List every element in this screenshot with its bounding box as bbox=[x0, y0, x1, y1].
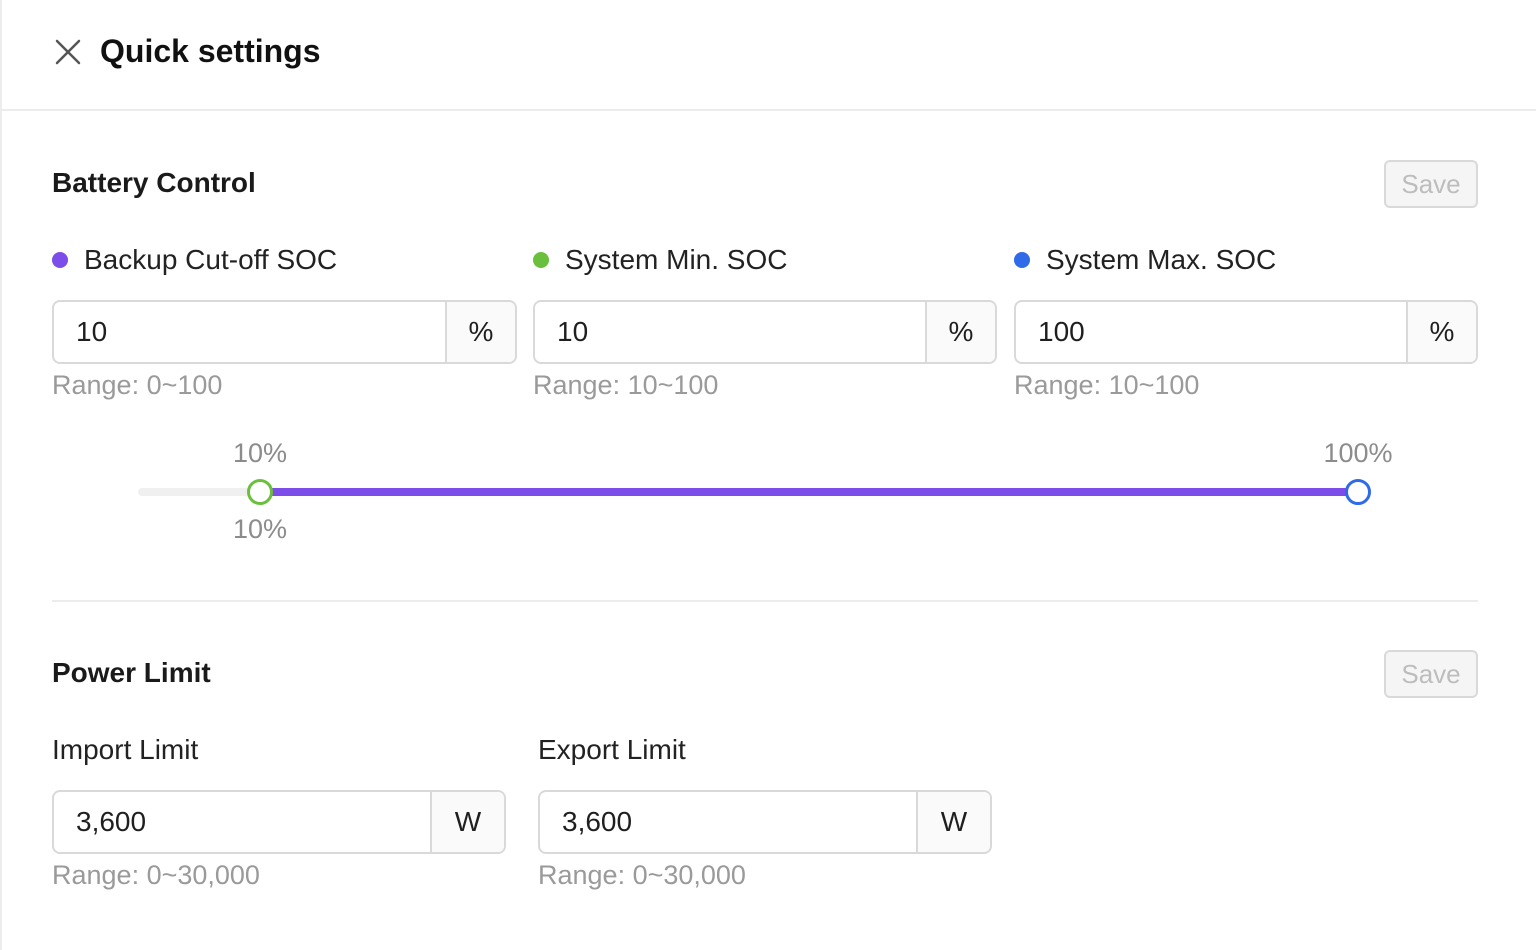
soc-range-slider[interactable] bbox=[122, 470, 1392, 514]
export-limit-input[interactable] bbox=[540, 792, 916, 852]
system-max-soc-range: Range: 10~100 bbox=[1014, 370, 1200, 400]
min-soc-handle[interactable] bbox=[247, 479, 273, 505]
unit-addon: W bbox=[430, 792, 504, 852]
close-icon[interactable] bbox=[52, 36, 84, 68]
export-limit-range: Range: 0~30,000 bbox=[538, 860, 746, 890]
panel-header: Quick settings bbox=[2, 0, 1536, 111]
system-max-soc-input[interactable] bbox=[1016, 302, 1406, 362]
system-min-soc-range: Range: 10~100 bbox=[533, 370, 719, 400]
import-limit-range: Range: 0~30,000 bbox=[52, 860, 260, 890]
purple-dot-icon bbox=[52, 252, 68, 268]
battery-save-button[interactable]: Save bbox=[1384, 160, 1478, 208]
quick-settings-panel: Quick settings Battery Control Save Back… bbox=[0, 0, 1536, 950]
field-label-text: Backup Cut-off SOC bbox=[84, 244, 338, 275]
system-max-soc-group: % bbox=[1014, 300, 1478, 364]
power-save-button[interactable]: Save bbox=[1384, 650, 1478, 698]
max-soc-handle[interactable] bbox=[1345, 479, 1371, 505]
slider-track bbox=[260, 488, 1358, 496]
backup-cutoff-soc-input[interactable] bbox=[54, 302, 445, 362]
unit-addon: % bbox=[925, 302, 995, 362]
system-min-soc-label: System Min. SOC bbox=[533, 244, 787, 276]
import-limit-group: W bbox=[52, 790, 506, 854]
import-limit-label: Import Limit bbox=[52, 734, 199, 765]
unit-addon: W bbox=[916, 792, 990, 852]
section-divider bbox=[52, 600, 1478, 602]
unit-addon: % bbox=[1406, 302, 1476, 362]
system-min-soc-input[interactable] bbox=[535, 302, 925, 362]
slider-min-label: 10% bbox=[232, 438, 288, 468]
export-limit-label: Export Limit bbox=[538, 734, 686, 765]
power-limit-title: Power Limit bbox=[52, 657, 211, 688]
backup-cutoff-soc-range: Range: 0~100 bbox=[52, 370, 223, 400]
field-label-text: System Max. SOC bbox=[1046, 244, 1277, 275]
battery-control-title: Battery Control bbox=[52, 167, 256, 198]
slider-max-label: 100% bbox=[1323, 438, 1393, 468]
export-limit-group: W bbox=[538, 790, 992, 854]
blue-dot-icon bbox=[1014, 252, 1030, 268]
green-dot-icon bbox=[533, 252, 549, 268]
field-label-text: System Min. SOC bbox=[565, 244, 788, 275]
unit-addon: % bbox=[445, 302, 515, 362]
system-max-soc-label: System Max. SOC bbox=[1014, 244, 1276, 276]
system-min-soc-group: % bbox=[533, 300, 997, 364]
backup-cutoff-soc-group: % bbox=[52, 300, 517, 364]
backup-cutoff-soc-label: Backup Cut-off SOC bbox=[52, 244, 337, 276]
import-limit-input[interactable] bbox=[54, 792, 430, 852]
page-title: Quick settings bbox=[100, 33, 321, 69]
slider-backup-label: 10% bbox=[232, 514, 288, 544]
